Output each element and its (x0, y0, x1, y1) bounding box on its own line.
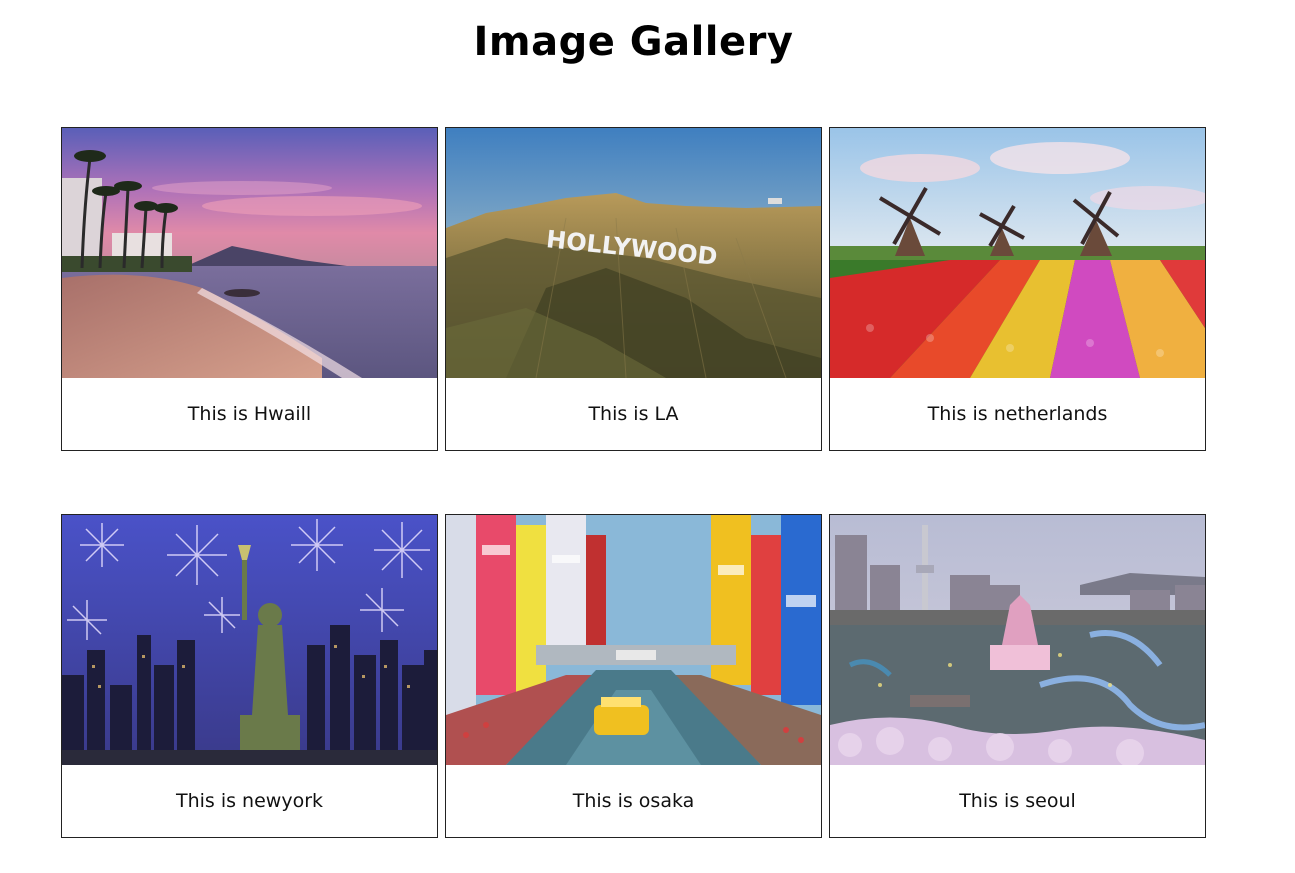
gallery-caption: This is osaka (572, 790, 695, 812)
gallery-card-osaka[interactable]: This is osaka (445, 514, 822, 838)
gallery-image-netherlands[interactable] (830, 128, 1205, 378)
gallery-card-netherlands[interactable]: This is netherlands (829, 127, 1206, 451)
gallery-caption: This is Hwaill (187, 403, 312, 425)
gallery-image-hwaiil[interactable] (62, 128, 437, 378)
gallery-image-seoul[interactable] (830, 515, 1205, 765)
gallery-caption: This is LA (588, 403, 679, 425)
gallery-image-newyork[interactable] (62, 515, 437, 765)
gallery-image-osaka[interactable] (446, 515, 821, 765)
gallery-caption: This is newyork (175, 790, 324, 812)
gallery-card-seoul[interactable]: This is seoul (829, 514, 1206, 838)
gallery-image-la[interactable]: HOLLYWOOD (446, 128, 821, 378)
gallery-card-la[interactable]: HOLLYWOOD This is LA (445, 127, 822, 451)
image-gallery: This is Hwaill HOLLYWOOD This is LA This… (61, 127, 1207, 838)
gallery-caption: This is seoul (959, 790, 1076, 812)
page-title: Image Gallery (473, 19, 794, 65)
gallery-caption: This is netherlands (927, 403, 1108, 425)
gallery-card-hwaiil[interactable]: This is Hwaill (61, 127, 438, 451)
gallery-card-newyork[interactable]: This is newyork (61, 514, 438, 838)
